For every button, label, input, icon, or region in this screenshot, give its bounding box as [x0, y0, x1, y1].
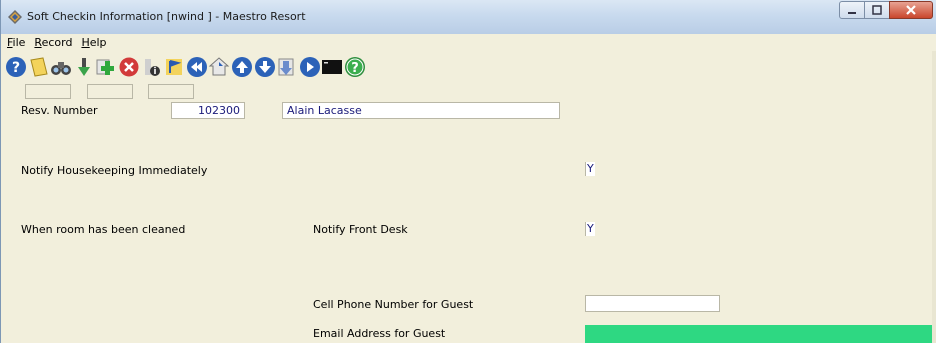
menu-help-label: elp [89, 36, 107, 49]
console-icon [322, 60, 343, 74]
help-icon: ? [6, 57, 26, 77]
guest-name-field[interactable]: Alain Lacasse [282, 102, 560, 119]
close-button[interactable] [889, 1, 933, 19]
menu-help[interactable]: Help [81, 36, 106, 49]
first-record-button[interactable] [186, 55, 208, 79]
console-button[interactable] [321, 55, 343, 79]
cell-phone-field[interactable] [585, 295, 720, 312]
help-button[interactable]: ? [5, 55, 27, 79]
email-field[interactable] [585, 325, 936, 343]
menu-file[interactable]: File [7, 36, 25, 49]
title-bar[interactable]: Soft Checkin Information [nwind ] - Maes… [1, 0, 936, 34]
first-record-icon [186, 57, 207, 77]
email-label: Email Address for Guest [313, 327, 446, 340]
flag-icon [166, 59, 183, 75]
menu-bar: File Record Help [1, 34, 936, 51]
minimize-button[interactable] [839, 1, 865, 19]
delete-record-button[interactable] [118, 55, 140, 79]
move-down-button[interactable] [73, 55, 95, 79]
resv-number-field[interactable]: 102300 [171, 102, 245, 119]
previous-record-icon [231, 57, 252, 77]
cell-phone-label: Cell Phone Number for Guest [313, 298, 474, 311]
menu-record-accel: R [34, 36, 42, 49]
close-icon [906, 5, 916, 15]
svg-text:?: ? [12, 60, 20, 76]
binoculars-icon [51, 62, 72, 75]
last-record-icon [278, 58, 294, 76]
status-box-3 [148, 84, 194, 99]
notify-housekeeping-flag[interactable]: Y [585, 162, 595, 176]
down-arrow-icon [77, 58, 90, 76]
window-controls [839, 1, 933, 21]
note-icon [29, 57, 48, 77]
menu-record-label: ecord [41, 36, 73, 49]
info-button[interactable] [141, 55, 163, 79]
status-box-2 [87, 84, 133, 99]
last-record-button[interactable] [276, 55, 298, 79]
maximize-icon [872, 5, 882, 15]
maximize-button[interactable] [864, 1, 890, 19]
room-cleaned-label: When room has been cleaned [21, 223, 186, 236]
notify-housekeeping-label: Notify Housekeeping Immediately [21, 164, 208, 177]
menu-file-label: ile [12, 36, 26, 49]
home-icon [209, 57, 230, 76]
window-title: Soft Checkin Information [nwind ] - Maes… [27, 10, 306, 23]
resv-number-label: Resv. Number [21, 104, 98, 117]
next-record-button[interactable] [254, 55, 276, 79]
skip-button[interactable] [299, 55, 321, 79]
help-circle-icon: ? [344, 57, 365, 77]
flag-button[interactable] [163, 55, 185, 79]
find-button[interactable] [50, 55, 72, 79]
add-icon [96, 59, 115, 75]
minimize-icon [848, 12, 856, 14]
right-edge [932, 51, 936, 343]
delete-icon [119, 57, 139, 77]
app-logo-icon [8, 10, 22, 24]
info-icon [144, 59, 160, 76]
menu-help-accel: H [81, 36, 90, 49]
toolbar: ? ? [5, 53, 367, 81]
home-button[interactable] [208, 55, 230, 79]
status-box-1 [25, 84, 71, 99]
add-record-button[interactable] [95, 55, 117, 79]
notify-front-desk-flag[interactable]: Y [585, 222, 595, 236]
help-topics-button[interactable]: ? [344, 55, 366, 79]
app-window: Soft Checkin Information [nwind ] - Maes… [0, 0, 936, 343]
skip-icon [299, 57, 320, 77]
next-record-icon [254, 57, 275, 77]
svg-text:?: ? [351, 61, 359, 76]
notify-front-desk-label: Notify Front Desk [313, 223, 408, 236]
previous-record-button[interactable] [231, 55, 253, 79]
menu-record[interactable]: Record [34, 36, 72, 49]
note-button[interactable] [28, 55, 50, 79]
